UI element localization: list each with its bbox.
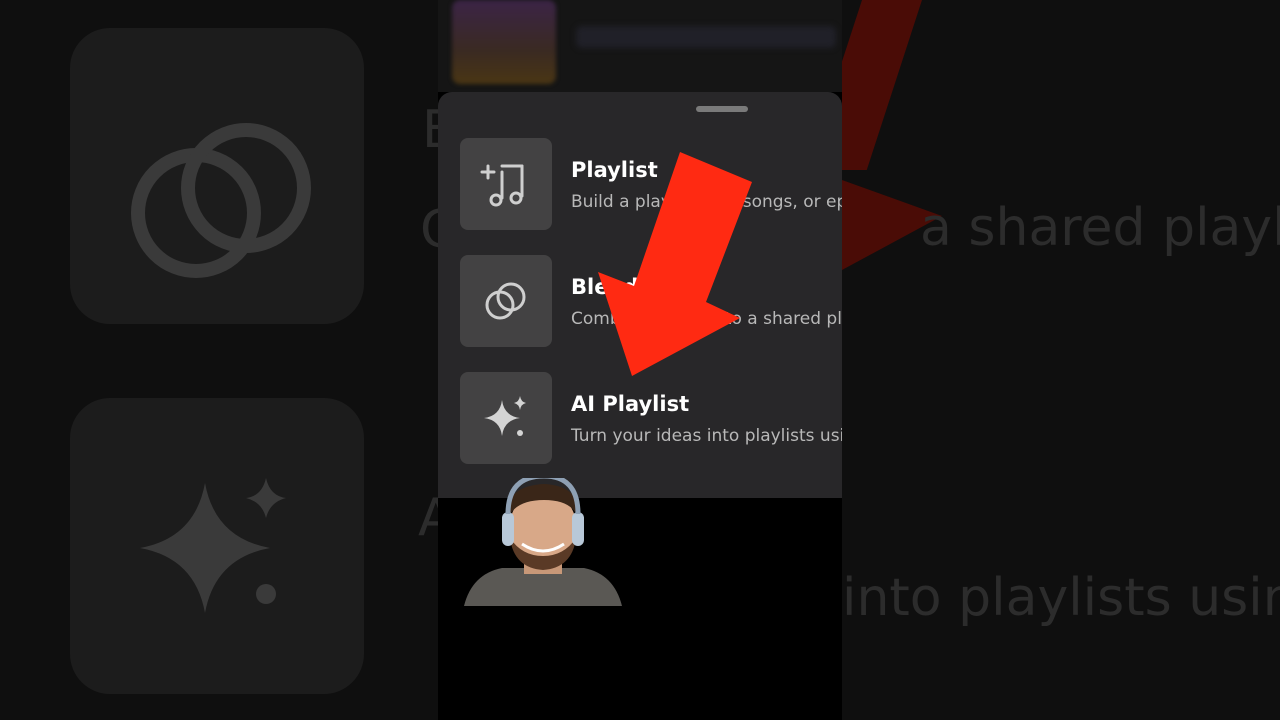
blurred-title (576, 26, 836, 48)
playlist-subtitle: Build a playlist with songs, or episodes (571, 192, 842, 212)
blend-title: Blend (571, 275, 639, 299)
sheet-drag-handle[interactable] (696, 106, 748, 112)
blend-circles-icon (485, 282, 526, 320)
blend-subtitle: Combine tastes into a shared playlist (571, 309, 842, 329)
bg-arrow-shadow (842, 0, 922, 170)
create-bottom-sheet: Playlist Build a playlist with songs, or… (438, 92, 842, 498)
bg-text-fragment: B (422, 100, 438, 160)
bg-ai-text: into playlists usin (842, 568, 1280, 628)
bg-ai-tile (70, 398, 364, 694)
background-left: B C A (0, 0, 438, 720)
create-ai-playlist-option[interactable]: AI Playlist Turn your ideas into playlis… (460, 372, 842, 466)
bg-blend-tile (70, 28, 364, 324)
person-avatar (464, 478, 622, 606)
phone-screen: Playlist Build a playlist with songs, or… (438, 0, 842, 720)
bg-blend-text: a shared playl (920, 198, 1280, 258)
background-right: a shared playl into playlists usin (842, 0, 1280, 720)
ai-playlist-icon-tile (460, 372, 552, 464)
bg-text-fragment: A (418, 488, 438, 548)
ai-playlist-subtitle: Turn your ideas into playlists using AI (571, 426, 842, 446)
sparkle-icon (140, 478, 286, 613)
playlist-title: Playlist (571, 158, 658, 182)
bg-text-fragment: C (420, 200, 438, 260)
blurred-thumbnail (452, 0, 556, 84)
music-note-plus-icon (480, 164, 524, 207)
create-blend-option[interactable]: Blend Combine tastes into a shared playl… (460, 255, 842, 349)
webcam-overlay (464, 478, 622, 606)
ai-playlist-title: AI Playlist (571, 392, 690, 416)
sparkle-icon (484, 396, 526, 436)
blend-icon-tile (460, 255, 552, 347)
blurred-header (438, 0, 842, 92)
create-playlist-option[interactable]: Playlist Build a playlist with songs, or… (460, 138, 842, 232)
playlist-icon-tile (460, 138, 552, 230)
blend-circles-icon (131, 123, 311, 278)
